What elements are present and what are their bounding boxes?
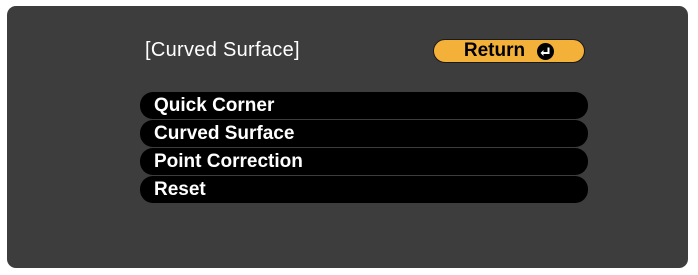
menu-list: Quick Corner Curved Surface Point Correc…: [140, 92, 588, 203]
menu-item-reset[interactable]: Reset: [140, 176, 588, 203]
menu-item-curved-surface[interactable]: Curved Surface: [140, 120, 588, 147]
screen-title: [Curved Surface]: [145, 39, 300, 61]
menu-panel: [Curved Surface] Return Quick Corner Cur…: [7, 6, 688, 268]
enter-icon: [537, 42, 555, 60]
return-button-label: Return: [463, 40, 526, 61]
return-button[interactable]: Return: [433, 39, 585, 63]
menu-item-point-correction[interactable]: Point Correction: [140, 148, 588, 175]
menu-item-quick-corner[interactable]: Quick Corner: [140, 92, 588, 119]
